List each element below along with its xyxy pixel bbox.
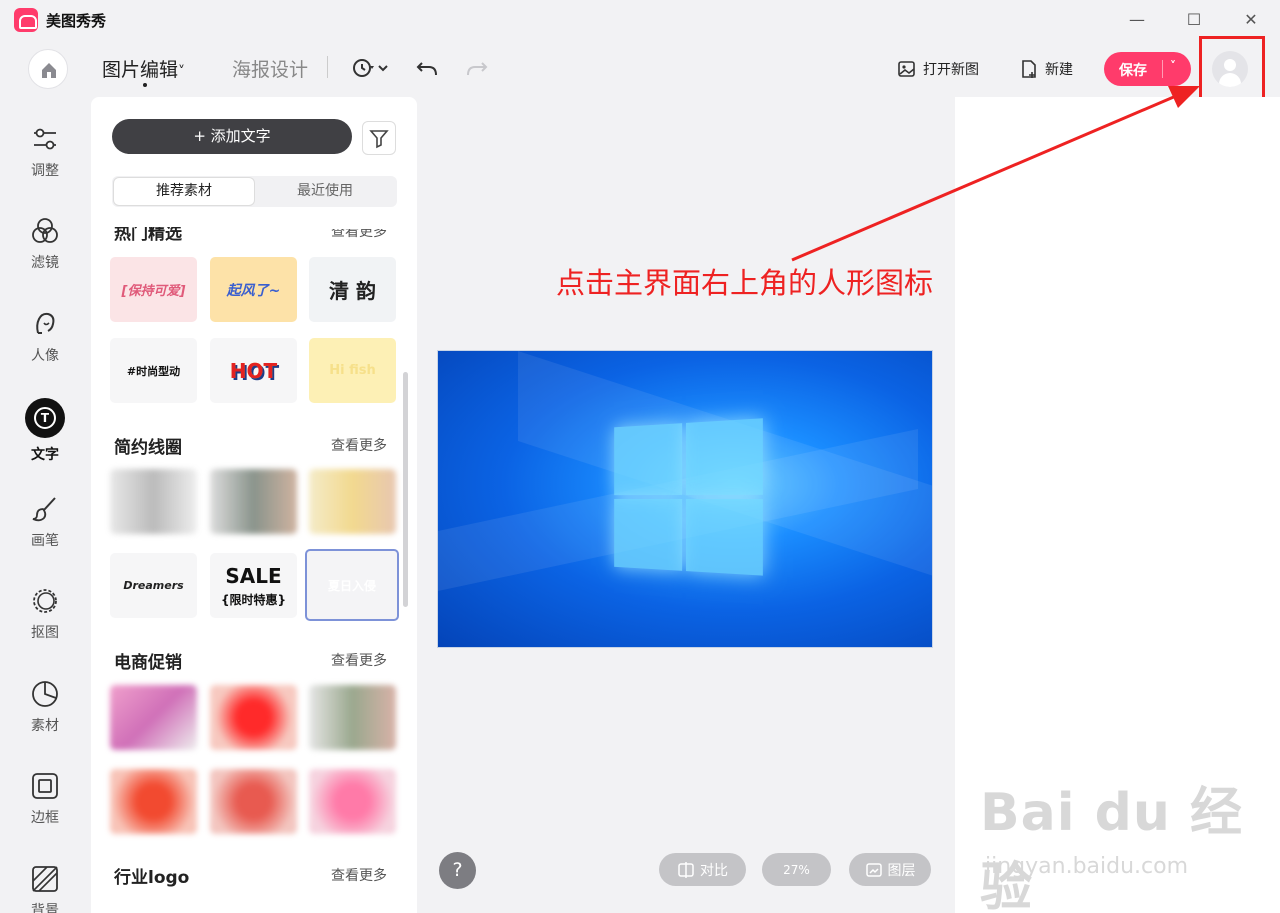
compare-button[interactable]: 对比 [659,853,746,886]
layers-icon [865,862,882,877]
zoom-level-button[interactable]: 27% [762,853,831,886]
baidu-watermark: Bai du 经验 jingyan.baidu.com [980,783,1243,913]
layers-button[interactable]: 图层 [849,853,931,886]
compare-icon [678,861,694,878]
help-button[interactable]: ? [439,852,476,889]
